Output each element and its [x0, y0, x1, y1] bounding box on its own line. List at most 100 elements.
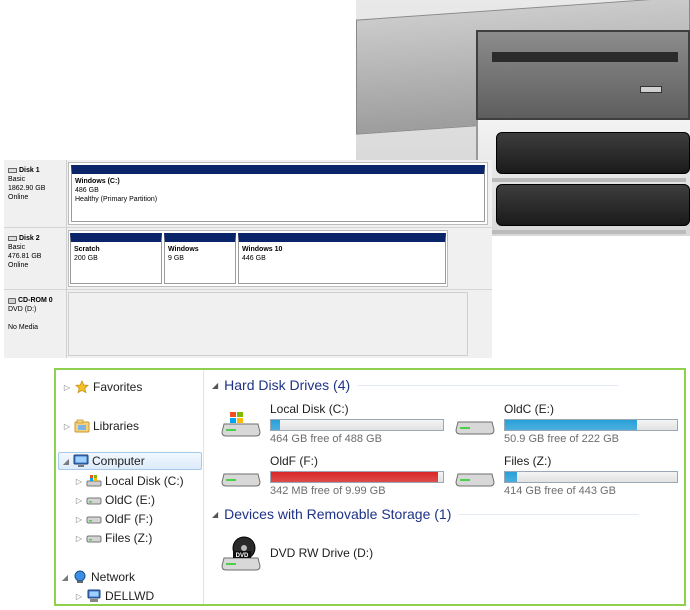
drive-name: Files (Z:): [504, 454, 552, 468]
nav-label: OldF (F:): [105, 512, 153, 526]
library-folder-icon: [74, 419, 90, 433]
group-title: Devices with Removable Storage (1): [224, 506, 452, 522]
drive-usage-fill: [505, 420, 638, 430]
collapse-arrow-icon[interactable]: ◢: [60, 573, 70, 582]
group-title: Hard Disk Drives (4): [224, 377, 351, 393]
expand-arrow-icon[interactable]: ▷: [74, 477, 84, 486]
nav-drive-item[interactable]: ▷ OldF (F:): [74, 510, 153, 528]
expand-arrow-icon[interactable]: ▷: [74, 534, 84, 543]
drive-tile[interactable]: Local Disk (C:) 464 GB free of 488 GB: [220, 402, 450, 446]
expand-arrow-icon[interactable]: ▷: [74, 592, 84, 601]
network-computer-icon: [86, 589, 102, 603]
nav-network-item[interactable]: ▷ DELLWD: [74, 587, 154, 605]
drive-free-space: 50.9 GB free of 222 GB: [504, 433, 619, 445]
nav-label: OldC (E:): [105, 493, 156, 507]
disk-info: CD-ROM 0 DVD (D:) No Media: [4, 290, 67, 358]
disk-type: DVD (D:): [8, 306, 37, 313]
dvd-logo-text: DVD: [236, 553, 249, 559]
hard-drive-icon: [86, 493, 102, 507]
collapse-arrow-icon[interactable]: ◢: [61, 457, 71, 466]
disk-row[interactable]: Disk 2 Basic 476.81 GB Online Scratch 20…: [4, 228, 492, 290]
content-pane: ◢ Hard Disk Drives (4) Local Disk (C:) 4…: [206, 370, 684, 604]
disk-name: Disk 1: [19, 167, 40, 174]
partition-name: Scratch: [74, 246, 100, 253]
partition-name: Windows: [168, 246, 199, 253]
nav-drive-item[interactable]: ▷ Local Disk (C:): [74, 472, 184, 490]
drive-tile[interactable]: OldF (F:) 342 MB free of 9.99 GB: [220, 454, 450, 498]
disk-management-panel: Disk 1 Basic 1862.90 GB Online Windows (…: [4, 160, 492, 358]
expand-arrow-icon[interactable]: ▷: [62, 383, 72, 392]
drive-name: OldF (F:): [270, 454, 318, 468]
expand-arrow-icon[interactable]: ▷: [62, 422, 72, 431]
partition-block[interactable]: Scratch 200 GB: [70, 233, 162, 284]
partition-size: 486 GB: [75, 187, 99, 194]
drive-free-space: 342 MB free of 9.99 GB: [270, 485, 386, 497]
collapse-triangle-icon[interactable]: ◢: [212, 510, 218, 519]
disk-status: Online: [8, 262, 29, 269]
partition-size: 200 GB: [74, 255, 98, 262]
dvd-drive-icon: DVD: [220, 536, 262, 572]
disk-status: Online: [8, 194, 29, 201]
expand-arrow-icon[interactable]: ▷: [74, 496, 84, 505]
disk-row[interactable]: CD-ROM 0 DVD (D:) No Media: [4, 290, 492, 358]
dvd-drive-tile[interactable]: DVD DVD RW Drive (D:): [220, 536, 450, 580]
drive-name: Local Disk (C:): [270, 402, 349, 416]
hard-drive-icon: [86, 531, 102, 545]
partition-status: Healthy (Primary Partition): [75, 196, 158, 203]
partition-name: Windows (C:): [75, 178, 120, 185]
nav-network[interactable]: ◢ Network: [60, 568, 135, 586]
explorer-window: ▷ Favorites ▷ Libraries ◢ Computer ▷ Loc…: [54, 368, 686, 606]
collapse-triangle-icon[interactable]: ◢: [212, 381, 218, 390]
disk-type: Basic: [8, 176, 26, 183]
partition-name: Windows 10: [242, 246, 283, 253]
windows-hard-drive-icon: [220, 410, 262, 438]
nav-computer[interactable]: ◢ Computer: [58, 452, 202, 470]
computer-icon: [73, 454, 89, 468]
disk-size: 476.81 GB: [8, 253, 42, 260]
navigation-pane: ▷ Favorites ▷ Libraries ◢ Computer ▷ Loc…: [56, 370, 204, 604]
nav-label: Local Disk (C:): [105, 474, 184, 488]
partition-block[interactable]: Windows (C:) 486 GB Healthy (Primary Par…: [71, 165, 485, 222]
disk-size: 1862.90 GB: [8, 185, 46, 192]
group-header-hard-disk-drives[interactable]: ◢ Hard Disk Drives (4): [212, 377, 619, 393]
nav-favorites[interactable]: ▷ Favorites: [62, 378, 142, 396]
hard-drive-icon: [220, 462, 262, 490]
drive-usage-fill: [271, 472, 438, 482]
disk-status: No Media: [8, 324, 38, 331]
nav-label: Computer: [92, 454, 145, 468]
hard-drive-icon: [86, 512, 102, 526]
nav-label: Libraries: [93, 419, 140, 433]
network-icon: [72, 570, 88, 584]
disk-name: Disk 2: [19, 235, 40, 242]
disk-info: Disk 2 Basic 476.81 GB Online: [4, 228, 67, 289]
hard-drive-icon: [454, 462, 496, 490]
nav-drive-item[interactable]: ▷ Files (Z:): [74, 529, 152, 547]
drive-name: OldC (E:): [504, 402, 555, 416]
partition-block[interactable]: Windows 9 GB: [164, 233, 236, 284]
drive-tile[interactable]: OldC (E:) 50.9 GB free of 222 GB: [454, 402, 684, 446]
nav-libraries[interactable]: ▷ Libraries: [62, 417, 139, 435]
partition-size: 9 GB: [168, 255, 184, 262]
group-header-removable-storage[interactable]: ◢ Devices with Removable Storage (1): [212, 506, 640, 522]
expand-arrow-icon[interactable]: ▷: [74, 515, 84, 524]
drive-usage-fill: [505, 472, 518, 482]
hard-drive-icon: [454, 410, 496, 438]
nav-label: Network: [91, 570, 136, 584]
drive-tile[interactable]: Files (Z:) 414 GB free of 443 GB: [454, 454, 684, 498]
drive-usage-bar: [504, 419, 678, 431]
drive-usage-bar: [504, 471, 678, 483]
nav-label: Favorites: [93, 380, 143, 394]
drive-free-space: 414 GB free of 443 GB: [504, 485, 616, 497]
partition-size: 446 GB: [242, 255, 266, 262]
drive-name: DVD RW Drive (D:): [270, 546, 374, 560]
star-icon: [74, 380, 90, 394]
disk-info: Disk 1 Basic 1862.90 GB Online: [4, 160, 67, 227]
disk-type: Basic: [8, 244, 26, 251]
nav-label: Files (Z:): [105, 531, 153, 545]
partition-block[interactable]: Windows 10 446 GB: [238, 233, 446, 284]
windows-hard-drive-icon: [86, 474, 102, 488]
drive-usage-fill: [271, 420, 280, 430]
nav-drive-item[interactable]: ▷ OldC (E:): [74, 491, 155, 509]
disk-row[interactable]: Disk 1 Basic 1862.90 GB Online Windows (…: [4, 160, 492, 228]
drive-free-space: 464 GB free of 488 GB: [270, 433, 382, 445]
